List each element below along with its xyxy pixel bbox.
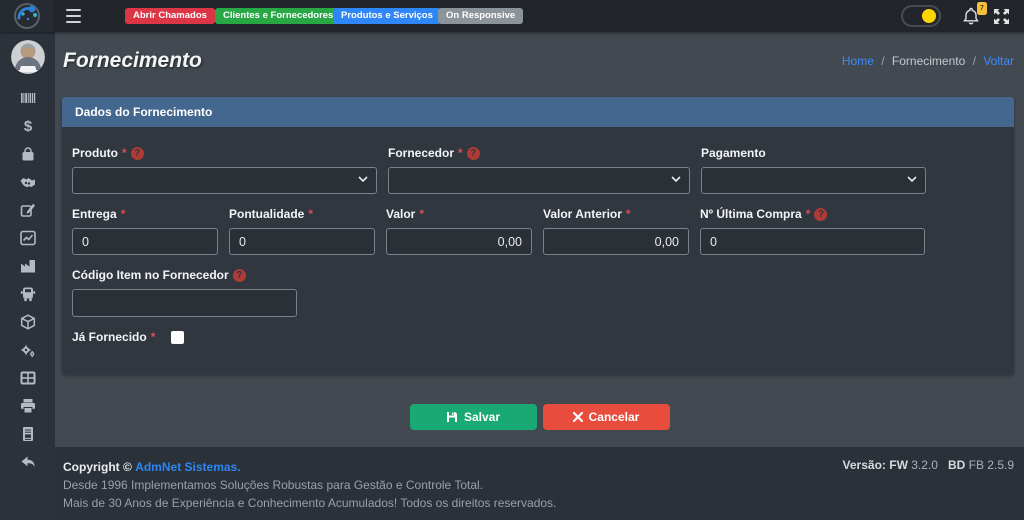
bus-icon[interactable] [20,286,36,302]
field-pontualidade: Pontualidade * [229,207,375,255]
nav-button-clientes-fornecedores[interactable]: Clientes e Fornecedores [215,8,341,24]
cogs-icon[interactable] [20,342,36,358]
field-produto: Produto * ? [72,146,377,194]
industry-icon[interactable] [20,258,36,274]
field-fornecedor: Fornecedor * ? [388,146,690,194]
reply-icon[interactable] [20,454,36,470]
cancel-button[interactable]: Cancelar [543,404,670,430]
valor-anterior-label: Valor Anterior [543,207,622,221]
menu-toggle-icon[interactable] [66,9,81,23]
form-actions: Salvar Cancelar [55,404,1024,430]
n-ultima-compra-label: Nº Última Compra [700,207,802,221]
valor-input[interactable] [386,228,532,255]
required-marker: * [458,146,463,160]
fornecedor-select[interactable] [388,167,690,194]
required-marker: * [151,330,156,344]
barcode-icon[interactable] [20,90,36,106]
page-header: Fornecimento Home / Fornecimento / Volta… [55,32,1024,90]
help-icon[interactable]: ? [814,208,827,221]
save-disk-icon [446,411,458,423]
footer: Copyright © AdmNet Sistemas. Desde 1996 … [55,447,1024,520]
panel-title: Dados do Fornecimento [62,97,1014,127]
breadcrumb: Home / Fornecimento / Voltar [842,54,1014,68]
required-marker: * [122,146,127,160]
dados-fornecimento-panel: Dados do Fornecimento Produto * ? [62,97,1014,375]
svg-text:$: $ [23,118,32,134]
required-marker: * [121,207,126,221]
field-entrega: Entrega * [72,207,218,255]
required-marker: * [806,207,811,221]
breadcrumb-separator: / [881,54,884,68]
shopping-bag-icon[interactable] [20,146,36,162]
help-icon[interactable]: ? [131,147,144,160]
nav-button-produtos-servicos[interactable]: Produtos e Serviços [333,8,441,24]
produto-select[interactable] [72,167,377,194]
field-valor: Valor * [386,207,532,255]
panel-body: Produto * ? Fornecedor * ? [62,127,1014,375]
page-title: Fornecimento [63,49,202,73]
top-navbar: Abrir Chamados Clientes e Fornecedores P… [0,0,1024,32]
left-sidebar: $ [0,32,55,520]
breadcrumb-current: Fornecimento [892,54,965,68]
copyright-text: Copyright © [63,460,132,474]
sun-icon [922,9,936,23]
footer-line3: Mais de 30 Anos de Experiência e Conheci… [63,494,556,512]
required-marker: * [419,207,424,221]
main-content: Fornecimento Home / Fornecimento / Volta… [55,32,1024,520]
produto-label: Produto [72,146,118,160]
file-invoice-icon[interactable] [20,426,36,442]
handshake-icon[interactable] [20,174,36,190]
notifications-bell-icon[interactable]: 7 [963,7,979,25]
field-pagamento: Pagamento [701,146,926,194]
nav-button-on-responsive[interactable]: On Responsive [438,8,523,24]
box-icon[interactable] [20,314,36,330]
print-icon[interactable] [20,398,36,414]
field-n-ultima-compra: Nº Última Compra * ? [700,207,925,255]
breadcrumb-separator: / [973,54,976,68]
cancel-button-label: Cancelar [589,410,640,424]
pagamento-select[interactable] [701,167,926,194]
close-x-icon [573,412,583,422]
logo-icon [13,2,41,30]
ja-fornecido-checkbox[interactable] [171,331,184,344]
help-icon[interactable]: ? [233,269,246,282]
codigo-item-input[interactable] [72,289,297,317]
notification-count-badge: 7 [977,2,987,15]
codigo-item-label: Código Item no Fornecedor [72,268,229,282]
help-icon[interactable]: ? [467,147,480,160]
save-button-label: Salvar [464,410,500,424]
chart-line-icon[interactable] [20,230,36,246]
theme-toggle[interactable] [901,5,941,27]
n-ultima-compra-input[interactable] [700,228,925,255]
valor-label: Valor [386,207,415,221]
entrega-label: Entrega [72,207,117,221]
edit-icon[interactable] [20,202,36,218]
footer-line2: Desde 1996 Implementamos Soluções Robust… [63,476,556,494]
breadcrumb-home-link[interactable]: Home [842,54,874,68]
entrega-input[interactable] [72,228,218,255]
pagamento-label: Pagamento [701,146,766,160]
field-codigo-item: Código Item no Fornecedor ? [72,268,297,317]
fornecedor-label: Fornecedor [388,146,454,160]
dollar-sign-icon[interactable]: $ [20,118,36,134]
table-icon[interactable] [20,370,36,386]
field-ja-fornecido: Já Fornecido * [72,330,1004,344]
ja-fornecido-label: Já Fornecido [72,330,147,344]
valor-anterior-input[interactable] [543,228,689,255]
admnet-link[interactable]: AdmNet Sistemas. [135,460,240,474]
field-valor-anterior: Valor Anterior * [543,207,689,255]
app-logo[interactable] [0,0,55,32]
fullscreen-expand-icon[interactable] [994,9,1009,24]
breadcrumb-voltar-link[interactable]: Voltar [983,54,1014,68]
required-marker: * [626,207,631,221]
user-avatar[interactable] [11,40,45,74]
pontualidade-label: Pontualidade [229,207,304,221]
nav-button-abrir-chamados[interactable]: Abrir Chamados [125,8,215,24]
save-button[interactable]: Salvar [410,404,537,430]
pontualidade-input[interactable] [229,228,375,255]
sidebar-menu: $ [0,90,55,470]
version-info: Versão: FW 3.2.0 BD FB 2.5.9 [843,458,1014,520]
required-marker: * [308,207,313,221]
